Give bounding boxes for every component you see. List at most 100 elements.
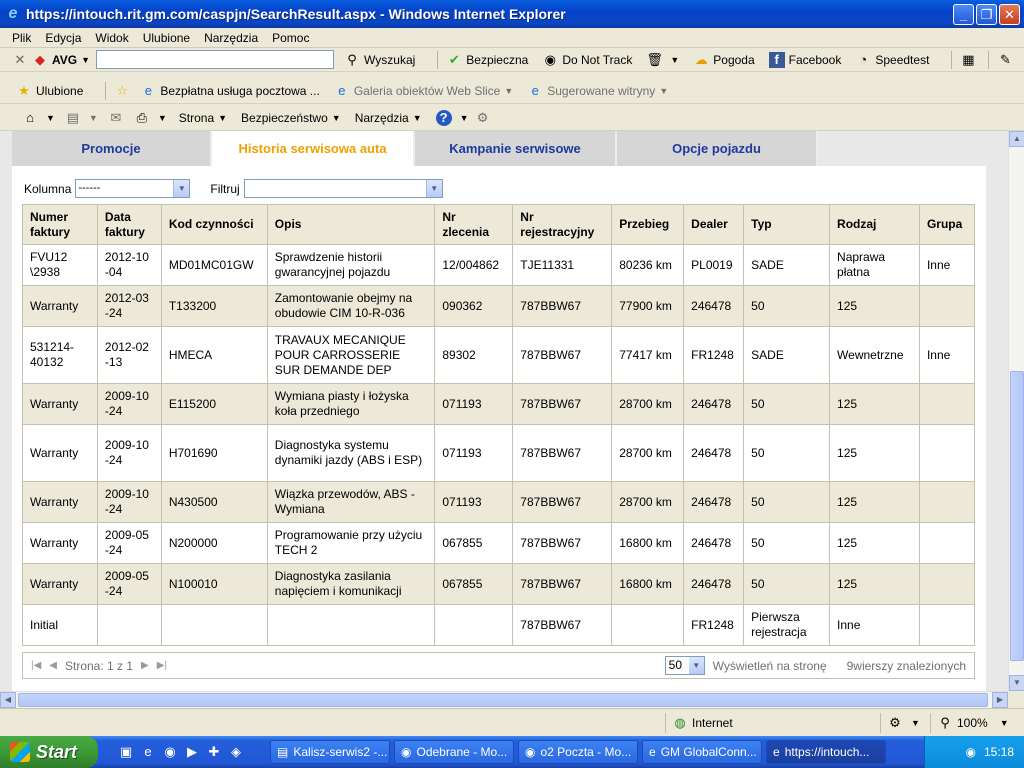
gear-icon[interactable]: ⚙: [475, 110, 491, 126]
clock[interactable]: 15:18: [984, 745, 1014, 759]
minimize-button[interactable]: _: [953, 3, 974, 25]
security-menu[interactable]: Bezpieczeństwo ▼: [241, 111, 341, 125]
table-row[interactable]: Warranty 2009-10 -24 E115200 Wymiana pia…: [22, 383, 976, 425]
avg-search-button[interactable]: ⚲ Wyszukaj: [344, 52, 415, 68]
home-icon[interactable]: ⌂: [22, 110, 38, 126]
protected-mode-indicator[interactable]: ⚙ ▼: [880, 713, 930, 733]
page-menu[interactable]: Strona ▼: [179, 111, 227, 125]
media-player-icon[interactable]: ▶: [184, 744, 200, 760]
favorites-button[interactable]: ★ Ulubione: [16, 83, 83, 99]
prev-page-icon[interactable]: ◀: [49, 660, 57, 671]
scroll-left-icon[interactable]: ◀: [0, 692, 16, 708]
scroll-up-icon[interactable]: ▲: [1009, 131, 1024, 147]
safe-search-button[interactable]: ✔ Bezpieczna: [446, 52, 529, 68]
next-page-icon[interactable]: ▶: [141, 660, 149, 671]
col-order-number[interactable]: Nr zlecenia: [434, 204, 514, 245]
table-cell: 16800 km: [611, 563, 685, 605]
firefox-icon[interactable]: ◉: [162, 744, 178, 760]
horizontal-scroll-thumb[interactable]: [18, 693, 988, 707]
column-select[interactable]: ------ ▼: [75, 179, 191, 198]
gadget-icon[interactable]: ✚: [206, 744, 222, 760]
favorite-suggested-sites[interactable]: e Sugerowane witryny ▼: [527, 82, 669, 99]
scroll-down-icon[interactable]: ▼: [1009, 675, 1024, 691]
ie-logo-icon: e: [8, 5, 18, 22]
facebook-button[interactable]: f Facebook: [768, 51, 841, 68]
table-row[interactable]: Warranty 2012-03 -24 T133200 Zamontowani…: [22, 285, 976, 327]
tab-service-history[interactable]: Historia serwisowa auta: [212, 131, 415, 166]
taskbar-item[interactable]: e GM GlobalConn...: [642, 740, 762, 764]
col-description[interactable]: Opis: [266, 204, 436, 245]
print-icon[interactable]: ⎙: [134, 110, 150, 126]
vertical-scroll-thumb[interactable]: [1010, 371, 1024, 661]
page-size-select[interactable]: 50 ▼: [664, 656, 705, 675]
col-invoice-date[interactable]: Data faktury: [96, 204, 162, 245]
app-icon[interactable]: ◈: [228, 744, 244, 760]
first-page-icon[interactable]: |◀: [31, 660, 41, 671]
taskbar-item[interactable]: ◉ Odebrane - Mo...: [394, 740, 514, 764]
table-row[interactable]: Warranty 2009-05 -24 N100010 Diagnostyka…: [22, 563, 976, 605]
avg-search-input[interactable]: [96, 50, 335, 69]
tab-service-campaigns[interactable]: Kampanie serwisowe: [415, 131, 617, 166]
search-icon: ⚲: [347, 51, 357, 67]
window-titlebar[interactable]: e https://intouch.rit.gm.com/caspjn/Sear…: [0, 0, 1024, 28]
taskbar-item-active[interactable]: e https://intouch...: [766, 740, 886, 764]
menu-file[interactable]: Plik: [12, 31, 31, 45]
speedtest-button[interactable]: ◔ Speedtest: [855, 52, 929, 68]
menu-help[interactable]: Pomoc: [272, 31, 309, 45]
ie-icon[interactable]: e: [140, 744, 156, 760]
zoom-control[interactable]: ⚲ 100% ▼: [930, 713, 1010, 733]
menu-view[interactable]: Widok: [95, 31, 128, 45]
table-cell: Inne: [829, 604, 920, 646]
add-favorite-icon[interactable]: ☆: [114, 83, 130, 99]
do-not-track-button[interactable]: ◉ Do Not Track: [542, 52, 633, 68]
tools-menu[interactable]: Narzędzia ▼: [355, 111, 422, 125]
close-toolbar-icon[interactable]: ✕: [12, 52, 28, 68]
help-icon[interactable]: ?: [435, 109, 452, 126]
weather-button[interactable]: ☁ Pogoda: [693, 52, 755, 68]
table-cell: [918, 424, 976, 482]
col-registration[interactable]: Nr rejestracyjny: [512, 204, 613, 245]
taskbar-item[interactable]: ◉ o2 Poczta - Mo...: [518, 740, 638, 764]
table-cell: 12/004862: [434, 244, 514, 286]
table-row[interactable]: Warranty 2009-05 -24 N200000 Programowan…: [22, 522, 976, 564]
last-page-icon[interactable]: ▶|: [157, 660, 167, 671]
mail-icon[interactable]: ✉: [108, 110, 124, 126]
table-row[interactable]: 531214- 40132 2012-02 -13 HMECA TRAVAUX …: [22, 326, 976, 384]
table-cell: N200000: [160, 522, 268, 564]
table-row[interactable]: Initial 787BBW67 FR1248 Pierwsza rejestr…: [22, 604, 976, 646]
tray-network-icon[interactable]: ◉: [965, 745, 975, 759]
filter-select[interactable]: ▼: [243, 179, 443, 198]
col-dealer[interactable]: Dealer: [683, 204, 745, 245]
col-invoice-number[interactable]: Numer faktury: [22, 204, 98, 245]
vertical-scrollbar[interactable]: ▲ ▼: [1008, 131, 1024, 691]
col-operation-code[interactable]: Kod czynności: [160, 204, 268, 245]
table-row[interactable]: Warranty 2009-10 -24 N430500 Wiązka prze…: [22, 481, 976, 523]
scroll-right-icon[interactable]: ▶: [992, 692, 1008, 708]
tab-vehicle-options[interactable]: Opcje pojazdu: [617, 131, 818, 166]
restore-button[interactable]: ❐: [976, 3, 997, 25]
start-button[interactable]: Start: [0, 736, 98, 768]
menu-tools[interactable]: Narzędzia: [204, 31, 258, 45]
desktop-icon[interactable]: ▣: [118, 744, 134, 760]
trash-button[interactable]: 🗑 ▼: [646, 52, 679, 68]
menu-edit[interactable]: Edycja: [45, 31, 81, 45]
table-row[interactable]: FVU12 \2938 2012-10 -04 MD01MC01GW Spraw…: [22, 244, 976, 286]
ie-page-icon: e: [531, 82, 539, 98]
taskbar-item[interactable]: ▤ Kalisz-serwis2 -...: [270, 740, 390, 764]
rss-icon[interactable]: ▤: [65, 110, 81, 126]
favorite-link-mail[interactable]: e Bezpłatna usługa pocztowa ...: [140, 83, 320, 99]
notepad-icon[interactable]: ✎: [997, 52, 1013, 68]
close-button[interactable]: ✕: [999, 3, 1020, 25]
calculator-icon[interactable]: ▦: [960, 52, 976, 68]
menu-favorites[interactable]: Ulubione: [143, 31, 190, 45]
col-mileage[interactable]: Przebieg: [611, 204, 685, 245]
table-cell: 125: [829, 522, 920, 564]
avg-logo[interactable]: ◆ AVG ▼: [32, 52, 90, 68]
col-type[interactable]: Typ: [743, 204, 831, 245]
col-group[interactable]: Grupa: [918, 204, 976, 245]
favorite-web-slice[interactable]: e Galeria obiektów Web Slice ▼: [334, 83, 513, 99]
horizontal-scrollbar[interactable]: ◀ ▶: [0, 691, 1008, 708]
tab-promotions[interactable]: Promocje: [12, 131, 212, 166]
table-row[interactable]: Warranty 2009-10 -24 H701690 Diagnostyka…: [22, 424, 976, 482]
col-kind[interactable]: Rodzaj: [829, 204, 920, 245]
